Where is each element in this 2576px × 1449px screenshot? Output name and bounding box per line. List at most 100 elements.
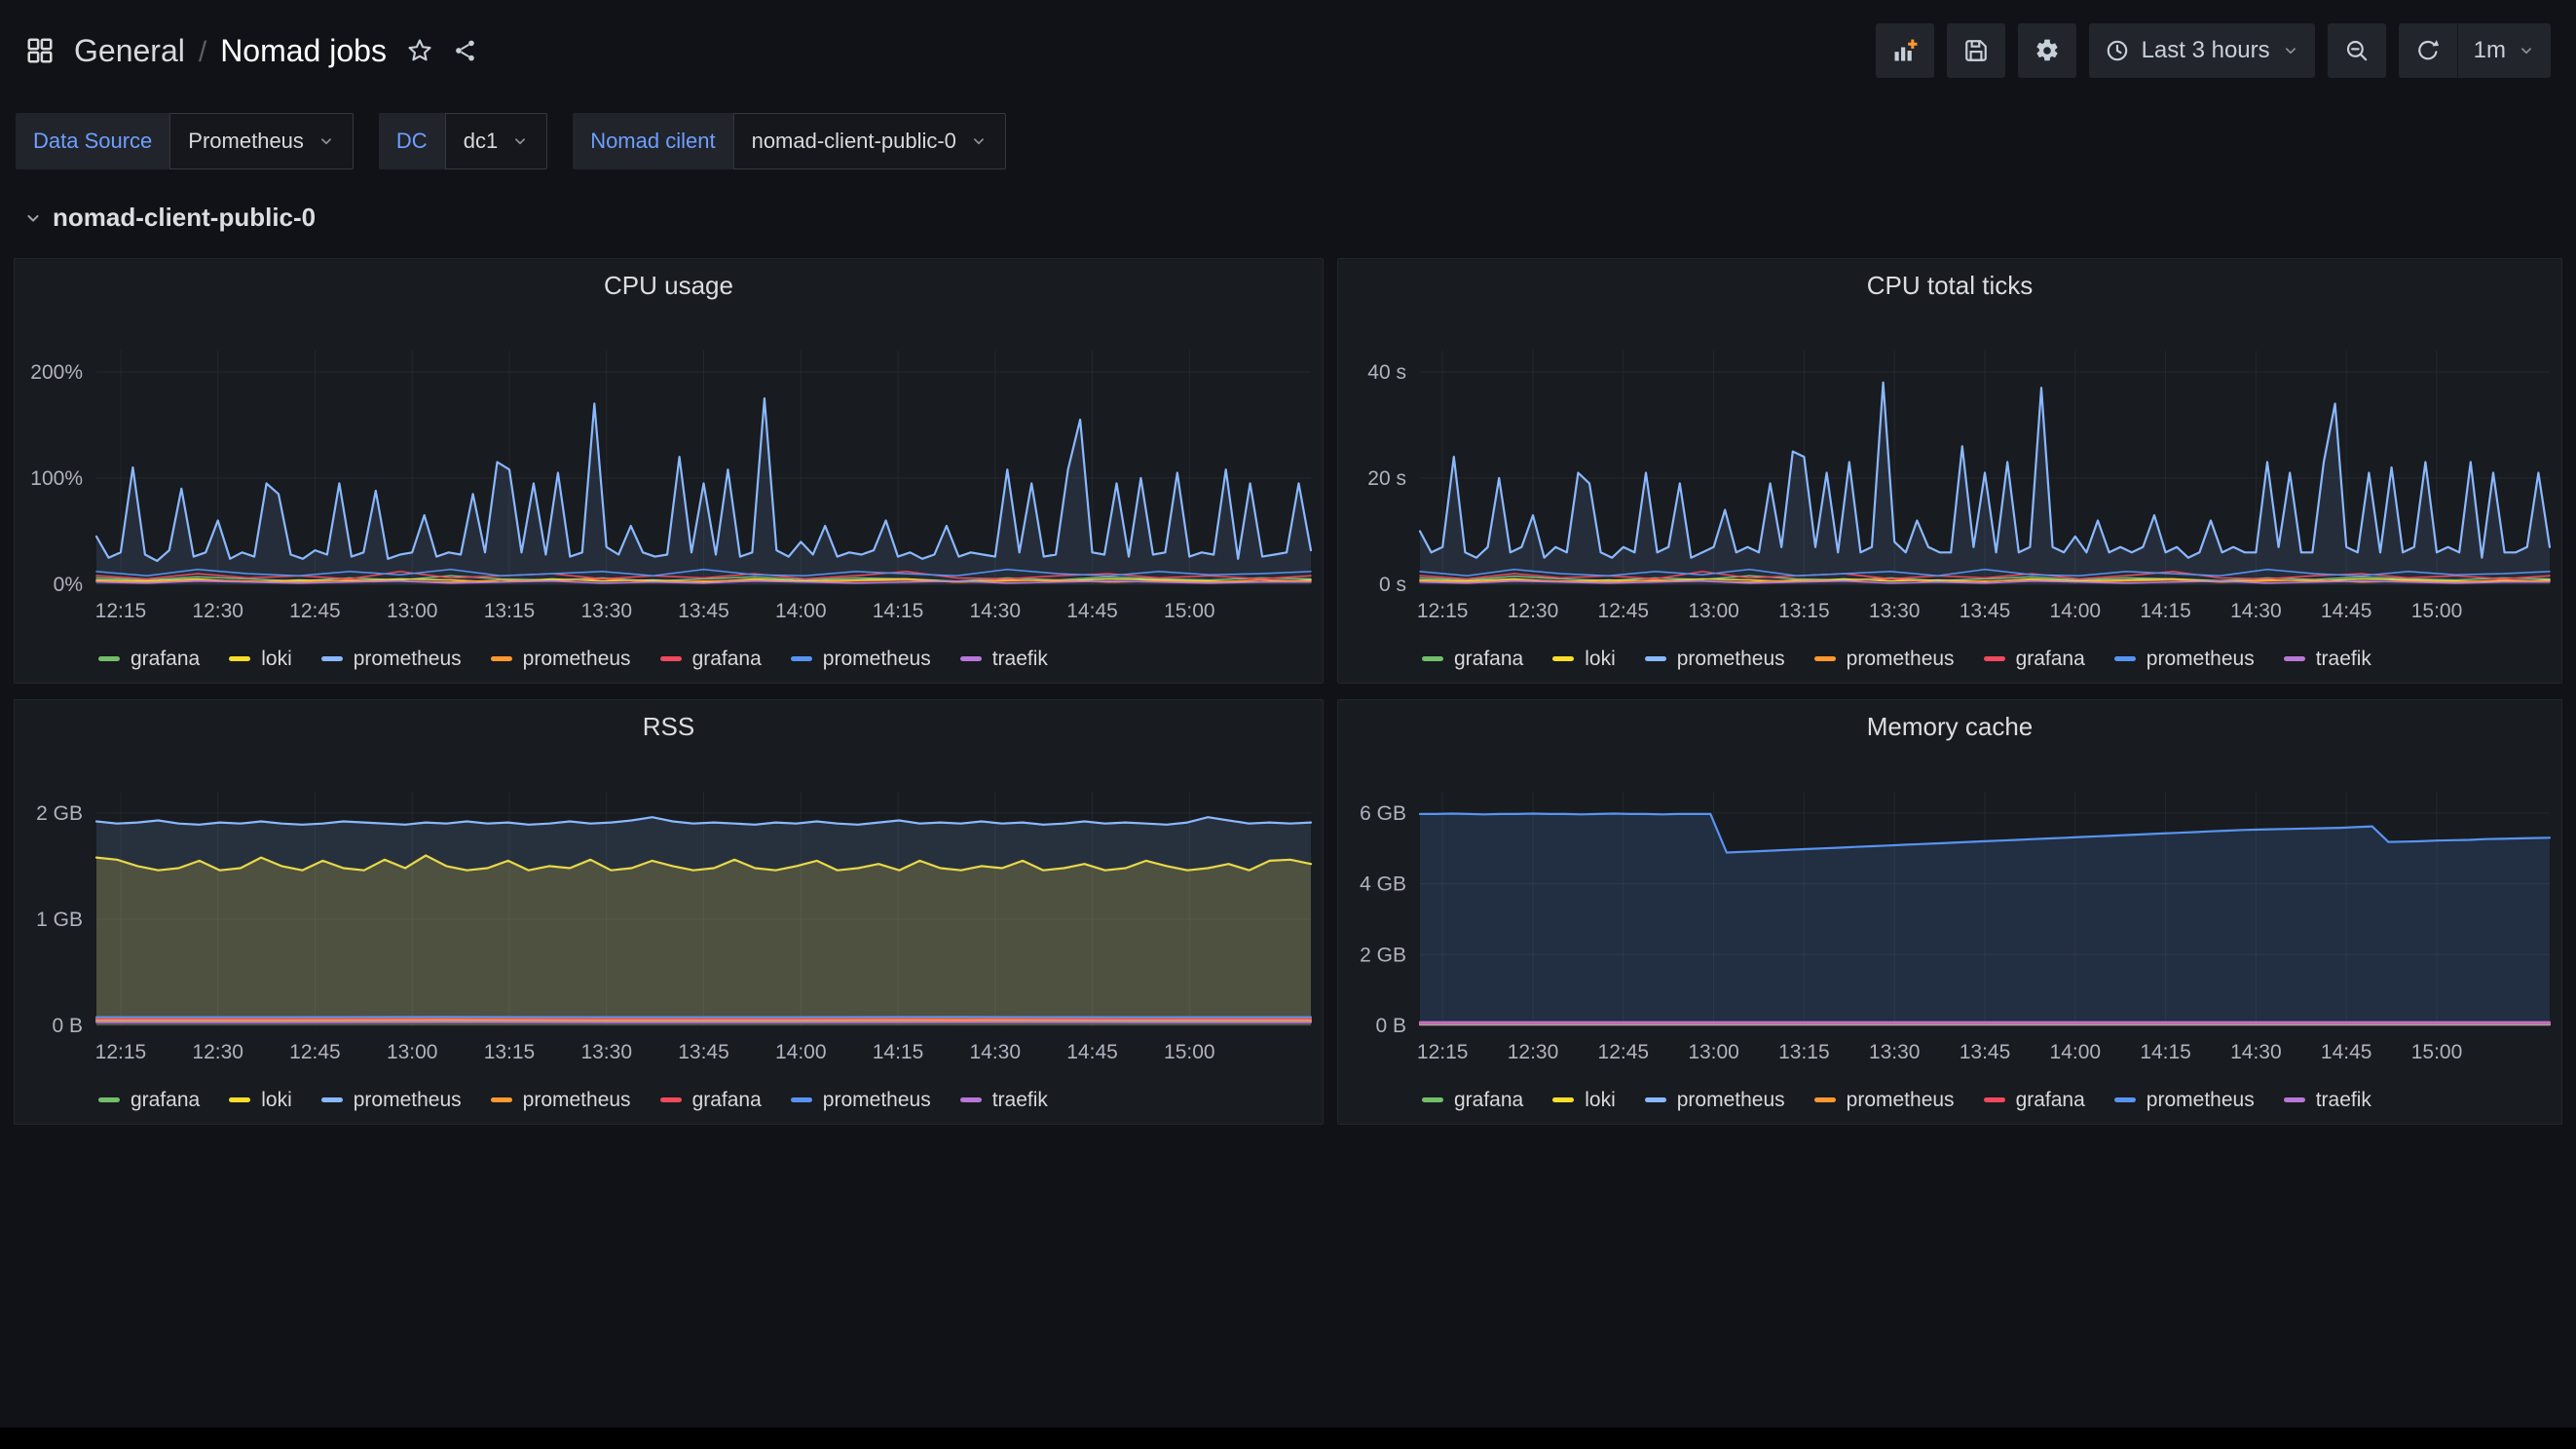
variable-nomad-client-select[interactable]: nomad-client-public-0 xyxy=(733,113,1006,169)
legend-swatch xyxy=(321,656,343,661)
x-tick-label: 13:15 xyxy=(1778,600,1830,622)
legend-item-traefik[interactable]: traefik xyxy=(960,1089,1048,1112)
dashboard-row-header[interactable]: nomad-client-public-0 xyxy=(0,203,2576,233)
legend-item-prometheus[interactable]: prometheus xyxy=(1645,648,1785,671)
top-nav: General / Nomad jobs xyxy=(0,0,2576,101)
legend-label: grafana xyxy=(131,648,200,671)
panel-title[interactable]: CPU usage xyxy=(15,259,1323,314)
zoom-out-button[interactable] xyxy=(2328,23,2386,78)
legend-label: prometheus xyxy=(354,648,462,671)
variable-dc-select[interactable]: dc1 xyxy=(445,113,547,169)
legend-swatch xyxy=(1645,656,1666,661)
series-fill-prometheus xyxy=(96,817,1311,1025)
legend-item-prometheus[interactable]: prometheus xyxy=(321,648,462,671)
legend-item-grafana[interactable]: grafana xyxy=(1422,1089,1523,1112)
time-range-picker[interactable]: Last 3 hours xyxy=(2089,23,2315,78)
add-panel-button[interactable] xyxy=(1876,23,1934,78)
legend-item-prometheus[interactable]: prometheus xyxy=(321,1089,462,1112)
panel-memory-cache: Memory cache 12:1512:3012:4513:0013:1513… xyxy=(1337,699,2562,1125)
cpu-total-ticks-chart[interactable]: 12:1512:3012:4513:0013:1513:3013:4514:00… xyxy=(1338,314,2561,635)
save-dashboard-button[interactable] xyxy=(1947,23,2005,78)
y-tick-label: 100% xyxy=(30,467,83,490)
legend-item-prometheus[interactable]: prometheus xyxy=(2114,648,2255,671)
refresh-button-group: 1m xyxy=(2399,23,2551,78)
legend-item-grafana[interactable]: grafana xyxy=(660,1089,762,1112)
share-icon[interactable] xyxy=(453,38,478,63)
legend-label: prometheus xyxy=(2147,648,2255,671)
legend-item-prometheus[interactable]: prometheus xyxy=(2114,1089,2255,1112)
dashboards-grid-icon[interactable] xyxy=(25,36,55,65)
legend-item-prometheus[interactable]: prometheus xyxy=(791,1089,931,1112)
legend-item-grafana[interactable]: grafana xyxy=(98,648,200,671)
legend-item-grafana[interactable]: grafana xyxy=(1984,648,2085,671)
legend-item-traefik[interactable]: traefik xyxy=(960,648,1048,671)
x-tick-label: 12:15 xyxy=(95,1041,147,1063)
legend-item-prometheus[interactable]: prometheus xyxy=(791,648,931,671)
star-icon[interactable] xyxy=(406,37,433,64)
breadcrumb-dashboard[interactable]: Nomad jobs xyxy=(220,33,387,69)
y-tick-label: 1 GB xyxy=(36,909,83,931)
legend-item-prometheus[interactable]: prometheus xyxy=(491,1089,631,1112)
legend-item-grafana[interactable]: grafana xyxy=(660,648,762,671)
legend-label: traefik xyxy=(992,1089,1048,1112)
legend-swatch xyxy=(2284,1097,2305,1102)
panel-title[interactable]: Memory cache xyxy=(1338,700,2561,755)
legend-label: prometheus xyxy=(2147,1089,2255,1112)
x-tick-label: 14:30 xyxy=(969,600,1021,622)
legend-label: prometheus xyxy=(523,1089,631,1112)
x-tick-label: 15:00 xyxy=(2411,1041,2463,1063)
panel-title[interactable]: RSS xyxy=(15,700,1323,755)
y-tick-label: 2 GB xyxy=(1360,944,1406,966)
x-tick-label: 13:15 xyxy=(484,600,536,622)
legend-item-prometheus[interactable]: prometheus xyxy=(1814,648,1955,671)
legend-item-prometheus[interactable]: prometheus xyxy=(1645,1089,1785,1112)
x-tick-label: 13:00 xyxy=(387,600,438,622)
rss-chart[interactable]: 12:1512:3012:4513:0013:1513:3013:4514:00… xyxy=(15,755,1323,1076)
dashboard-settings-button[interactable] xyxy=(2018,23,2076,78)
legend-item-prometheus[interactable]: prometheus xyxy=(491,648,631,671)
cpu-total-ticks-legend: grafana loki prometheus prometheus grafana pr… xyxy=(1338,635,2561,683)
legend-item-grafana[interactable]: grafana xyxy=(1422,648,1523,671)
memory-cache-chart[interactable]: 12:1512:3012:4513:0013:1513:3013:4514:00… xyxy=(1338,755,2561,1076)
legend-item-loki[interactable]: loki xyxy=(229,648,292,671)
legend-swatch xyxy=(2284,656,2305,661)
legend-swatch xyxy=(1984,656,2005,661)
legend-label: grafana xyxy=(692,648,762,671)
y-tick-label: 200% xyxy=(30,361,83,384)
dashboard-grid: CPU usage 12:1512:3012:4513:0013:1513:30… xyxy=(0,258,2576,1125)
legend-swatch xyxy=(960,656,982,661)
legend-label: prometheus xyxy=(823,1089,931,1112)
legend-item-grafana[interactable]: grafana xyxy=(1984,1089,2085,1112)
breadcrumb: General / Nomad jobs xyxy=(74,33,387,69)
legend-item-traefik[interactable]: traefik xyxy=(2284,648,2371,671)
cpu-usage-chart[interactable]: 12:1512:3012:4513:0013:1513:3013:4514:00… xyxy=(15,314,1323,635)
refresh-button[interactable] xyxy=(2399,23,2457,78)
add-panel-icon xyxy=(1891,37,1919,64)
x-tick-label: 14:00 xyxy=(2050,600,2102,622)
legend-label: grafana xyxy=(1454,648,1523,671)
x-tick-label: 15:00 xyxy=(1164,1041,1215,1063)
legend-item-traefik[interactable]: traefik xyxy=(2284,1089,2371,1112)
variable-data-source-select[interactable]: Prometheus xyxy=(169,113,354,169)
x-tick-label: 13:00 xyxy=(1688,1041,1739,1063)
legend-item-grafana[interactable]: grafana xyxy=(98,1089,200,1112)
x-tick-label: 15:00 xyxy=(2411,600,2463,622)
clock-icon xyxy=(2105,38,2130,63)
legend-item-loki[interactable]: loki xyxy=(229,1089,292,1112)
legend-item-prometheus[interactable]: prometheus xyxy=(1814,1089,1955,1112)
legend-swatch xyxy=(1645,1097,1666,1102)
rss-legend: grafana loki prometheus prometheus grafana pr… xyxy=(15,1076,1323,1124)
legend-label: prometheus xyxy=(1847,1089,1955,1112)
legend-swatch xyxy=(229,656,250,661)
breadcrumb-folder[interactable]: General xyxy=(74,33,185,69)
legend-item-loki[interactable]: loki xyxy=(1552,1089,1616,1112)
x-tick-label: 13:30 xyxy=(1869,600,1921,622)
panel-title[interactable]: CPU total ticks xyxy=(1338,259,2561,314)
legend-item-loki[interactable]: loki xyxy=(1552,648,1616,671)
legend-swatch xyxy=(791,656,812,661)
x-tick-label: 14:45 xyxy=(2321,600,2372,622)
x-tick-label: 14:45 xyxy=(1066,1041,1118,1063)
legend-swatch xyxy=(1422,1097,1443,1102)
x-tick-label: 12:15 xyxy=(1417,600,1469,622)
refresh-interval-dropdown[interactable]: 1m xyxy=(2457,23,2551,78)
